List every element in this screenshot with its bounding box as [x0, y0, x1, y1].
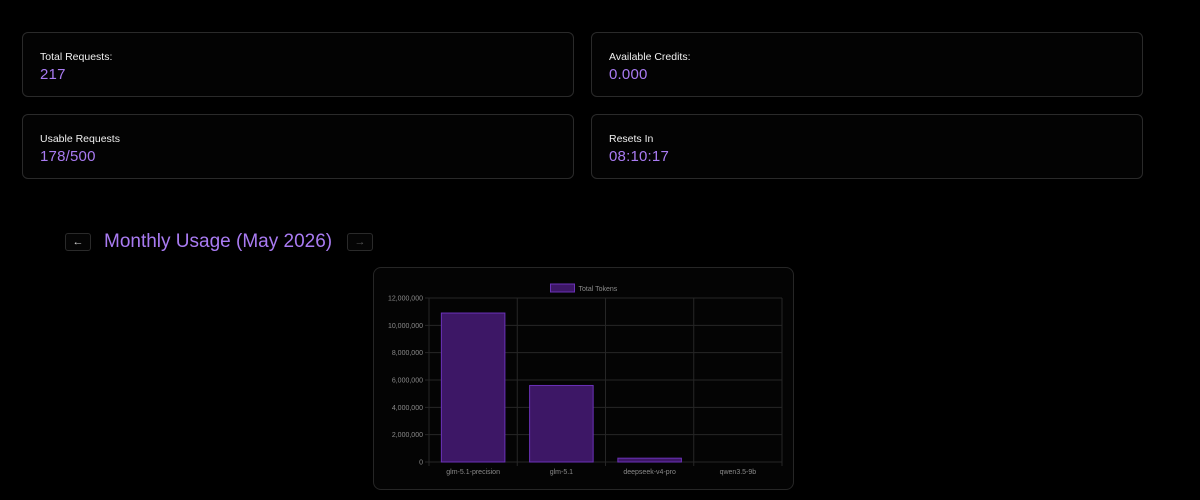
resets-in-value: 08:10:17	[609, 148, 669, 165]
available-credits-card: Available Credits: 0.000	[591, 32, 1143, 97]
y-tick-label: 4,000,000	[392, 405, 423, 412]
y-tick-label: 2,000,000	[392, 432, 423, 439]
x-tick-label: glm-5.1	[550, 469, 573, 476]
total-requests-card: Total Requests: 217	[22, 32, 574, 97]
total-requests-label: Total Requests:	[40, 51, 113, 63]
usage-bar-chart: 0 2,000,000 4,000,000 6,000,000 8,000,000 10,…	[388, 283, 783, 476]
total-requests-value: 217	[40, 66, 66, 83]
resets-in-card: Resets In 08:10:17	[591, 114, 1143, 179]
bar-deepseek-v4-pro	[617, 457, 682, 463]
y-tick-label: 6,000,000	[392, 378, 423, 385]
usage-dashboard: Total Requests: 217 Available Credits: 0…	[0, 0, 1200, 500]
y-tick-label: 10,000,000	[388, 323, 423, 330]
y-tick-label: 0	[419, 460, 423, 467]
resets-in-label: Resets In	[609, 133, 654, 145]
y-tick-label: 8,000,000	[392, 350, 423, 357]
usage-chart-card: 0 2,000,000 4,000,000 6,000,000 8,000,000 10,…	[373, 267, 794, 490]
prev-month-button[interactable]: ←	[65, 233, 91, 251]
bar-glm-5.1	[529, 384, 594, 463]
usable-requests-card: Usable Requests 178/500	[22, 114, 574, 179]
available-credits-value: 0.000	[609, 66, 648, 83]
x-tick-label: glm-5.1-precision	[446, 469, 500, 476]
monthly-usage-title: Monthly Usage (May 2026)	[104, 231, 333, 252]
available-credits-label: Available Credits:	[609, 51, 691, 63]
legend-swatch	[550, 283, 575, 293]
usable-requests-label: Usable Requests	[40, 133, 120, 145]
next-month-button[interactable]: →	[347, 233, 373, 251]
x-tick-label: deepseek-v4-pro	[623, 469, 676, 476]
legend-label: Total Tokens	[579, 286, 618, 293]
bar-glm-5.1-precision	[440, 312, 506, 463]
x-tick-label: qwen3.5-9b	[720, 469, 757, 476]
usable-requests-value: 178/500	[40, 148, 96, 165]
y-tick-label: 12,000,000	[388, 296, 423, 303]
